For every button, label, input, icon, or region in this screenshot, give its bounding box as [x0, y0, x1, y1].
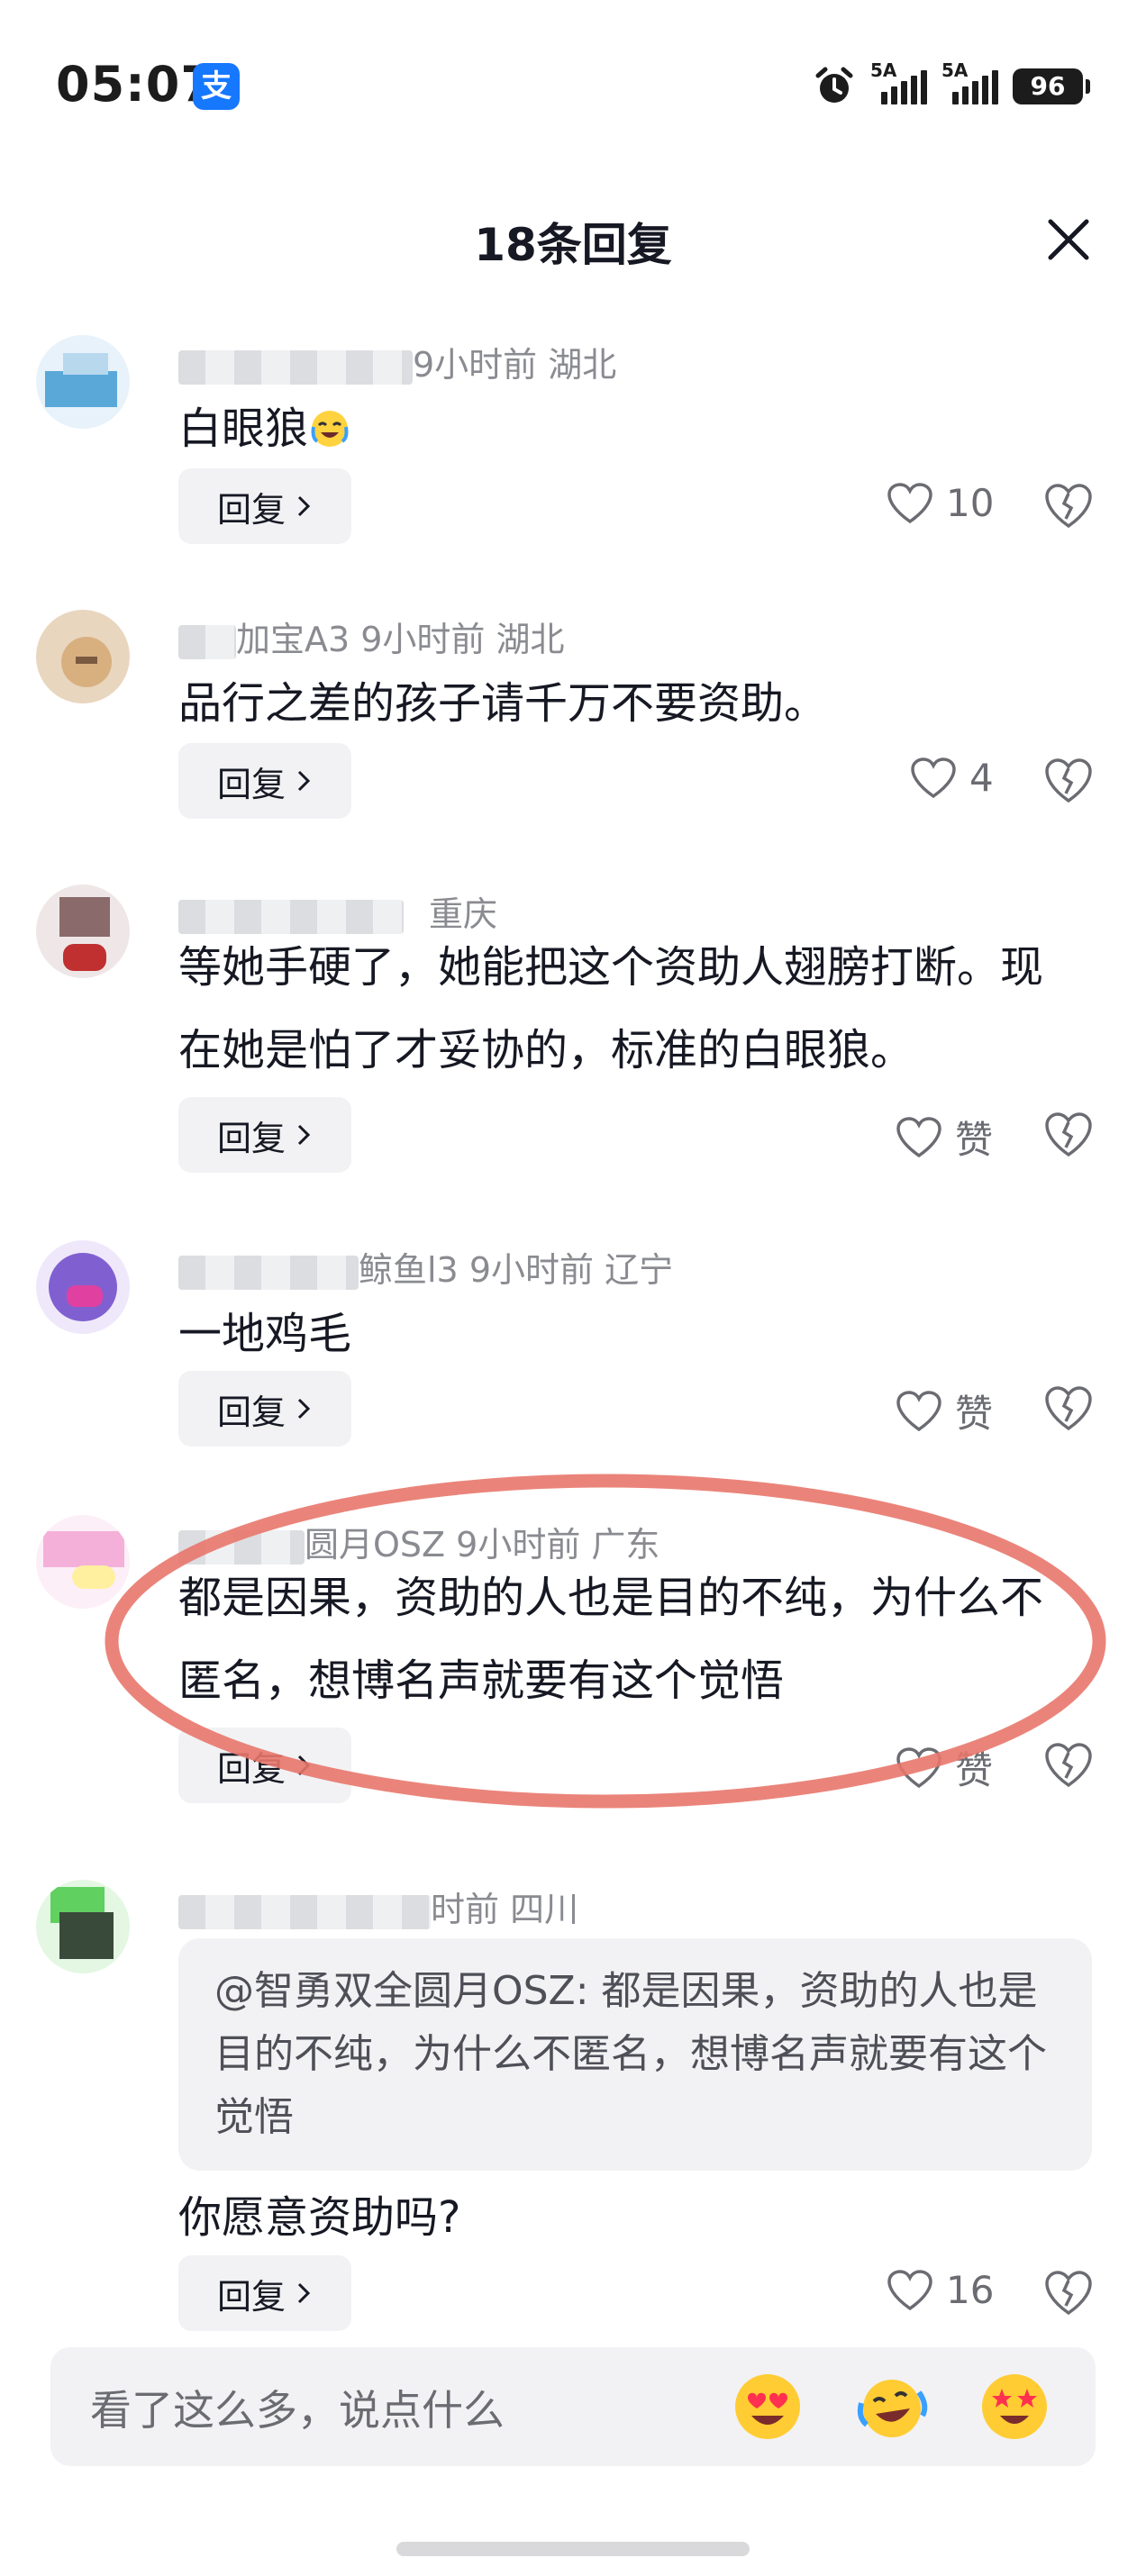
heart-icon — [896, 1746, 941, 1788]
comment-meta: 鲸鱼l3 9小时前 辽宁 — [178, 1242, 673, 1292]
chevron-right-icon — [297, 770, 311, 792]
chevron-right-icon — [297, 1755, 311, 1776]
page-title: 18条回复 — [474, 219, 672, 271]
reply-button[interactable]: 回复 — [178, 1728, 351, 1803]
comment-text: 品行之差的孩子请千万不要资助。 — [178, 678, 828, 729]
reply-button[interactable]: 回复 — [178, 2255, 351, 2331]
heart-eyes-emoji[interactable] — [732, 2371, 804, 2443]
username-redacted — [178, 624, 236, 659]
heart-icon — [896, 1116, 941, 1157]
comment-text: 白眼狼 — [178, 387, 1079, 470]
close-icon[interactable] — [1043, 214, 1094, 265]
heart-icon — [911, 757, 956, 798]
reply-button[interactable]: 回复 — [178, 468, 351, 544]
like-button[interactable]: 4 — [910, 756, 994, 800]
avatar[interactable] — [36, 1880, 130, 1973]
chevron-right-icon — [297, 1124, 311, 1146]
battery-icon: 96 — [1013, 68, 1090, 104]
crying-laughing-emoji-icon — [311, 411, 349, 447]
alarm-icon — [815, 67, 853, 103]
reply-button[interactable]: 回复 — [178, 1097, 351, 1173]
comment-text: 等她手硬了，她能把这个资助人翅膀打断。现在她是怕了才妥协的，标准的白眼狼。 — [178, 942, 1044, 1075]
comment-text: 你愿意资助吗? — [178, 2192, 461, 2243]
broken-heart-icon[interactable] — [1043, 757, 1094, 804]
comment-meta: 9小时前 湖北 — [178, 337, 616, 386]
username-redacted — [178, 349, 413, 385]
broken-heart-icon[interactable] — [1043, 2270, 1094, 2317]
alipay-notification-icon: 支 — [193, 63, 240, 110]
heart-icon — [887, 2269, 932, 2310]
avatar[interactable] — [36, 1515, 130, 1609]
heart-icon — [896, 1390, 941, 1431]
star-struck-emoji[interactable] — [978, 2371, 1050, 2443]
comment-input-placeholder[interactable]: 看了这么多，说点什么 — [90, 2378, 505, 2437]
status-icons: 5A 5A 96 — [813, 59, 1090, 112]
avatar[interactable] — [36, 610, 130, 703]
home-indicator[interactable] — [396, 2542, 750, 2556]
broken-heart-icon[interactable] — [1043, 1111, 1094, 1158]
status-time: 05:07 — [56, 56, 215, 113]
broken-heart-icon[interactable] — [1043, 483, 1094, 530]
chevron-right-icon — [297, 1398, 311, 1420]
like-button[interactable]: 赞 — [896, 1740, 993, 1795]
avatar[interactable] — [36, 884, 130, 978]
chevron-right-icon — [297, 495, 311, 517]
signal-icon-1: 5A — [870, 59, 927, 104]
heart-icon — [887, 482, 932, 523]
like-button[interactable]: 赞 — [896, 1383, 993, 1438]
broken-heart-icon[interactable] — [1043, 1742, 1094, 1789]
avatar[interactable] — [36, 335, 130, 429]
signal-icon-2: 5A — [941, 59, 998, 104]
reply-button[interactable]: 回复 — [178, 1371, 351, 1447]
comment-meta: 加宝A3 9小时前 湖北 — [178, 612, 565, 661]
username-redacted — [178, 1255, 359, 1290]
comment-text: 一地鸡毛 — [178, 1309, 352, 1359]
reply-button[interactable]: 回复 — [178, 743, 351, 819]
quoted-comment: @智勇双全圆月OSZ: 都是因果，资助的人也是目的不纯，为什么不匿名，想博名声就… — [178, 1938, 1092, 2171]
broken-heart-icon[interactable] — [1043, 1385, 1094, 1432]
chevron-right-icon — [297, 2282, 311, 2304]
like-button[interactable]: 16 — [887, 2268, 994, 2312]
avatar[interactable] — [36, 1240, 130, 1334]
comment-meta: 时前 四川 — [178, 1882, 578, 1931]
laughing-crying-emoji[interactable] — [856, 2371, 928, 2443]
comment-text: 都是因果，资助的人也是目的不纯，为什么不匿名，想博名声就要有这个觉悟 — [178, 1573, 1044, 1706]
like-button[interactable]: 10 — [887, 481, 994, 525]
like-button[interactable]: 赞 — [896, 1110, 993, 1165]
username-redacted — [178, 1894, 431, 1929]
